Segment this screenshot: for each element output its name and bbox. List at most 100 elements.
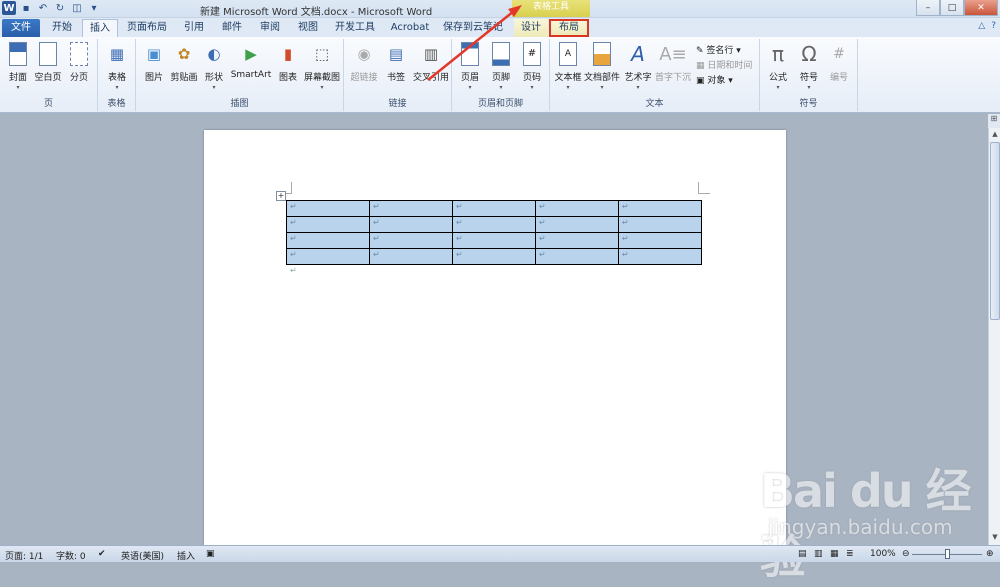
smartart-button[interactable]: ▶ SmartArt: [229, 41, 273, 80]
tab-mailings[interactable]: 邮件: [214, 19, 250, 37]
customize-icon[interactable]: ▾: [87, 1, 101, 15]
page-number-button[interactable]: # 页码 ▾: [517, 41, 547, 91]
object-icon: ▣: [696, 76, 708, 86]
tab-view[interactable]: 视图: [290, 19, 326, 37]
print-preview-icon[interactable]: ◫: [70, 1, 84, 15]
table-cell[interactable]: ↵: [452, 200, 536, 217]
cover-page-button[interactable]: 封面 ▾: [3, 41, 33, 91]
zoom-in-icon[interactable]: ⊕: [986, 549, 994, 559]
table-cell[interactable]: ↵: [535, 216, 619, 233]
header-button[interactable]: 页眉 ▾: [455, 41, 485, 91]
page-break-button[interactable]: 分页: [64, 41, 94, 83]
quick-parts-button[interactable]: 文档部件 ▾: [584, 41, 620, 91]
minimize-button[interactable]: –: [916, 0, 940, 16]
web-layout-icon[interactable]: ▦: [830, 549, 839, 559]
tab-cloud-note[interactable]: 保存到云笔记: [440, 19, 506, 37]
table-move-handle[interactable]: +: [276, 191, 286, 201]
ruler-toggle-icon[interactable]: ⊞: [988, 114, 1000, 128]
table-cell[interactable]: ↵: [535, 200, 619, 217]
table-cell[interactable]: ↵: [618, 200, 702, 217]
cross-reference-button[interactable]: ▥ 交叉引用: [411, 41, 451, 83]
word-icon[interactable]: W: [2, 1, 16, 15]
save-icon[interactable]: ▪: [19, 1, 33, 15]
table-cell[interactable]: ↵: [369, 248, 453, 265]
language-indicator[interactable]: 英语(美国): [121, 549, 164, 562]
hyperlink-button[interactable]: ◉ 超链接: [347, 41, 381, 83]
object-button[interactable]: ▣ 对象 ▾: [696, 73, 733, 86]
tab-design[interactable]: 设计: [514, 19, 548, 37]
table-cell[interactable]: ↵: [286, 200, 370, 217]
tab-references[interactable]: 引用: [176, 19, 212, 37]
undo-icon[interactable]: ↶: [36, 1, 50, 15]
redo-icon[interactable]: ↻: [53, 1, 67, 15]
smartart-icon: ▶: [245, 45, 257, 63]
zoom-level[interactable]: 100%: [870, 549, 896, 559]
zoom-slider-knob[interactable]: [945, 549, 950, 559]
table-cell[interactable]: ↵: [286, 232, 370, 249]
document-table[interactable]: ↵ ↵ ↵ ↵ ↵ ↵ ↵ ↵ ↵ ↵ ↵ ↵ ↵ ↵ ↵ ↵ ↵ ↵ ↵ ↵: [286, 200, 702, 265]
table-button[interactable]: ▦ 表格 ▾: [102, 41, 132, 91]
table-cell[interactable]: ↵: [369, 232, 453, 249]
tab-developer[interactable]: 开发工具: [330, 19, 380, 37]
tab-insert[interactable]: 插入: [82, 19, 118, 37]
footer-button[interactable]: 页脚 ▾: [486, 41, 516, 91]
table-cell[interactable]: ↵: [286, 216, 370, 233]
picture-button[interactable]: ▣ 图片: [139, 41, 169, 83]
close-button[interactable]: ✕: [964, 0, 998, 16]
signature-line-button[interactable]: ✎ 签名行 ▾: [696, 43, 741, 56]
help-icon[interactable]: ?: [991, 21, 996, 31]
word-count[interactable]: 字数: 0: [56, 549, 86, 562]
symbol-button[interactable]: Ω 符号 ▾: [794, 41, 824, 91]
tab-home[interactable]: 开始: [44, 19, 80, 37]
signature-icon: ✎: [696, 46, 707, 56]
tab-file[interactable]: 文件: [2, 19, 40, 37]
full-screen-icon[interactable]: ▥: [814, 549, 823, 559]
table-cell[interactable]: ↵: [618, 248, 702, 265]
clip-art-button[interactable]: ✿ 剪贴画: [169, 41, 199, 83]
table-cell[interactable]: ↵: [618, 232, 702, 249]
scroll-thumb[interactable]: [990, 142, 1000, 320]
numbering-button[interactable]: # 编号: [824, 41, 854, 83]
date-time-button[interactable]: ▦ 日期和时间: [696, 58, 752, 71]
proofing-icon[interactable]: ✔: [98, 549, 106, 559]
scroll-up-icon[interactable]: ▲: [989, 128, 1000, 140]
table-cell[interactable]: ↵: [452, 248, 536, 265]
quick-access-toolbar: W ▪ ↶ ↻ ◫ ▾: [2, 1, 101, 15]
table-cell[interactable]: ↵: [369, 200, 453, 217]
shapes-button[interactable]: ◐ 形状 ▾: [199, 41, 229, 91]
scroll-down-icon[interactable]: ▼: [989, 533, 1000, 545]
insert-mode[interactable]: 插入: [177, 549, 195, 562]
document-page[interactable]: [204, 130, 786, 550]
macro-icon[interactable]: ▣: [206, 549, 215, 559]
bookmark-button[interactable]: ▤ 书签: [381, 41, 411, 83]
collapse-ribbon-icon[interactable]: △: [978, 21, 985, 31]
table-cell[interactable]: ↵: [535, 248, 619, 265]
drop-cap-button[interactable]: A≡ 首字下沉: [654, 41, 692, 84]
ribbon-tabs: 文件 开始 插入 页面布局 引用 邮件 审阅 视图 开发工具 Acrobat 保…: [0, 18, 1000, 37]
equation-button[interactable]: π 公式 ▾: [763, 41, 793, 91]
wordart-button[interactable]: A 艺术字 ▾: [622, 41, 654, 91]
restore-button[interactable]: □: [940, 0, 964, 16]
table-cell[interactable]: ↵: [452, 232, 536, 249]
table-cell[interactable]: ↵: [286, 248, 370, 265]
table-row: ↵ ↵ ↵ ↵ ↵: [286, 216, 702, 233]
table-cell[interactable]: ↵: [535, 232, 619, 249]
chart-button[interactable]: ▮ 图表: [273, 41, 303, 83]
table-cell[interactable]: ↵: [618, 216, 702, 233]
group-label: 表格: [107, 99, 126, 109]
blank-page-button[interactable]: 空白页: [33, 41, 63, 83]
group-text: A 文本框 ▾ 文档部件 ▾ A 艺术字 ▾ A≡ 首字下沉 ✎ 签名行 ▾ ▦ 日期和时间…: [550, 39, 760, 111]
tab-page-layout[interactable]: 页面布局: [122, 19, 172, 37]
outline-icon[interactable]: ≣: [846, 549, 854, 559]
table-cell[interactable]: ↵: [369, 216, 453, 233]
screenshot-button[interactable]: ⬚ 屏幕截图 ▾: [302, 41, 342, 91]
page-count[interactable]: 页面: 1/1: [5, 549, 43, 562]
table-cell[interactable]: ↵: [452, 216, 536, 233]
zoom-out-icon[interactable]: ⊖: [902, 549, 910, 559]
tab-layout[interactable]: 布局: [549, 19, 589, 37]
print-layout-icon[interactable]: ▤: [798, 549, 807, 559]
text-box-button[interactable]: A 文本框 ▾: [553, 41, 583, 91]
tab-acrobat[interactable]: Acrobat: [386, 19, 434, 37]
bookmark-icon: ▤: [388, 45, 404, 63]
tab-review[interactable]: 审阅: [252, 19, 288, 37]
